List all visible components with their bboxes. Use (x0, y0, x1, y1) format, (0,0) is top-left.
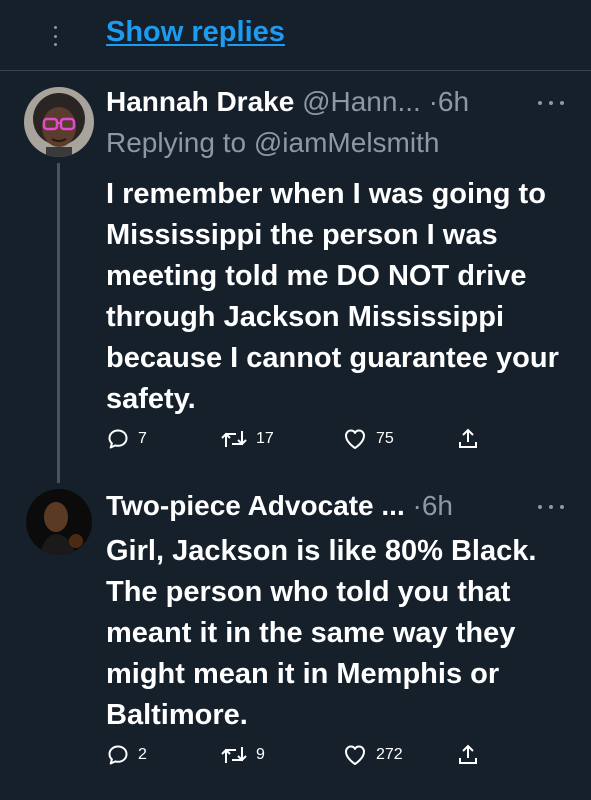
avatar[interactable] (24, 87, 94, 157)
mention-link[interactable]: @iamMelsmith (254, 127, 440, 158)
reply-count: 7 (138, 430, 147, 447)
show-replies-row[interactable]: Show replies (0, 0, 591, 70)
author-name[interactable]: Hannah Drake (106, 86, 294, 117)
retweet-icon (221, 747, 247, 763)
reply-button[interactable]: 7 (106, 427, 147, 451)
tweet-actions: 2 9 272 (106, 743, 486, 773)
like-button[interactable]: 272 (342, 743, 403, 767)
retweet-button[interactable]: 17 (220, 427, 274, 451)
retweet-count: 17 (256, 430, 274, 447)
reply-icon (108, 429, 128, 449)
like-button[interactable]: 75 (342, 427, 394, 451)
tweet-hannah-drake[interactable]: Hannah Drake @Hann... ·6h Replying to @i… (0, 71, 591, 483)
share-icon (459, 744, 477, 764)
tweet-text: I remember when I was going to Mississip… (106, 178, 559, 415)
tweet-header: Hannah Drake @Hann... ·6h (106, 85, 469, 119)
tweet-actions: 7 17 75 (106, 427, 486, 457)
share-button[interactable] (456, 427, 480, 451)
reply-icon (108, 745, 128, 765)
reply-button[interactable]: 2 (106, 743, 147, 767)
replying-to: Replying to @iamMelsmith (106, 127, 439, 159)
thread-line (57, 163, 60, 483)
separator: · (428, 86, 438, 117)
retweet-icon (221, 431, 247, 447)
like-count: 272 (376, 746, 403, 763)
tweet-header: Two-piece Advocate ... ·6h (106, 489, 453, 523)
reply-count: 2 (138, 746, 147, 763)
thread-dots-icon (52, 26, 58, 46)
heart-icon (345, 745, 365, 765)
retweet-count: 9 (256, 746, 265, 763)
show-replies-link[interactable]: Show replies (106, 16, 285, 49)
more-icon[interactable] (538, 502, 564, 512)
like-count: 75 (376, 430, 394, 447)
timestamp[interactable]: 6h (438, 86, 469, 117)
retweet-button[interactable]: 9 (220, 743, 265, 767)
author-handle[interactable]: @Hann... (302, 86, 421, 117)
separator: · (412, 490, 422, 521)
author-name[interactable]: Two-piece Advocate ... (106, 490, 405, 521)
heart-icon (345, 429, 365, 449)
timestamp[interactable]: 6h (422, 490, 453, 521)
avatar[interactable] (26, 489, 92, 555)
replying-prefix: Replying to (106, 127, 247, 158)
share-button[interactable] (456, 743, 480, 767)
tweet-text: Girl, Jackson is like 80% Black. The per… (106, 535, 537, 731)
tweet-two-piece-advocate[interactable]: Two-piece Advocate ... ·6h Girl, Jackson… (0, 475, 591, 800)
share-icon (459, 428, 477, 448)
more-icon[interactable] (538, 98, 564, 108)
